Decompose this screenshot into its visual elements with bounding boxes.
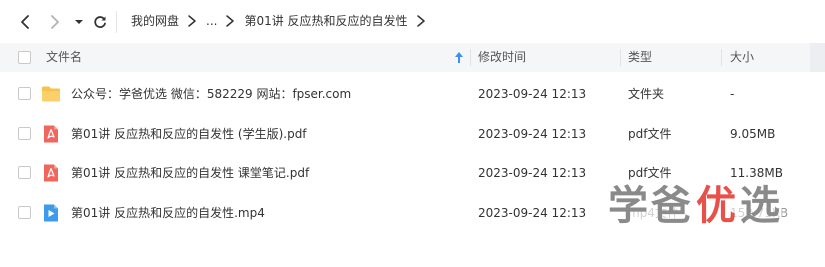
sort-ascending-icon[interactable] (454, 51, 464, 64)
file-modified: 2023-09-24 12:13 (478, 206, 587, 220)
row-checkbox[interactable] (18, 87, 31, 100)
column-options-button[interactable] (810, 43, 825, 72)
file-row[interactable]: 公众号：学爸优选 微信：582229 网站：fpser.com 2023-09-… (0, 74, 825, 114)
file-type: pdf文件 (628, 127, 672, 141)
pdf-icon (44, 164, 58, 182)
file-type: 文件夹 (628, 87, 665, 101)
file-name[interactable]: 公众号：学爸优选 微信：582229 网站：fpser.com (71, 74, 351, 114)
folder-icon (42, 86, 60, 102)
column-header-modified[interactable]: 修改时间 (478, 43, 526, 72)
row-checkbox[interactable] (18, 127, 31, 140)
toolbar: 我的网盘 ... 第01讲 反应热和反应的自发性 (0, 0, 825, 42)
file-list-header: 文件名 修改时间 类型 大小 (0, 43, 825, 72)
breadcrumb-chevron-icon[interactable] (416, 15, 426, 27)
file-name[interactable]: 第01讲 反应热和反应的自发性.mp4 (71, 193, 265, 233)
watermark-char: 学 (608, 183, 648, 229)
chevron-left-icon (21, 15, 29, 29)
file-row[interactable]: 第01讲 反应热和反应的自发性 (学生版).pdf 2023-09-24 12:… (0, 114, 825, 154)
refresh-button[interactable] (89, 11, 111, 33)
file-size: - (730, 87, 735, 101)
column-header-size[interactable]: 大小 (730, 43, 754, 72)
breadcrumb: 我的网盘 ... 第01讲 反应热和反应的自发性 (131, 0, 435, 42)
watermark-logo: 学 爸 优 选 (608, 180, 783, 236)
column-divider[interactable] (721, 49, 722, 66)
file-modified: 2023-09-24 12:13 (478, 87, 587, 101)
watermark-char: 选 (740, 183, 780, 229)
video-icon (44, 204, 58, 222)
breadcrumb-current[interactable]: 第01讲 反应热和反应的自发性 (244, 0, 407, 42)
pdf-icon (44, 125, 58, 143)
breadcrumb-root[interactable]: 我的网盘 (131, 0, 179, 42)
row-checkbox[interactable] (18, 206, 31, 219)
toolbar-separator (116, 11, 117, 33)
breadcrumb-chevron-icon (226, 15, 235, 27)
column-header-name[interactable]: 文件名 (46, 43, 82, 72)
row-checkbox[interactable] (18, 166, 31, 179)
watermark-char: 爸 (651, 183, 691, 229)
refresh-icon (94, 16, 106, 28)
chevron-right-icon (51, 15, 59, 29)
file-name[interactable]: 第01讲 反应热和反应的自发性 (学生版).pdf (71, 114, 307, 154)
column-header-type[interactable]: 类型 (628, 43, 652, 72)
column-divider[interactable] (470, 49, 471, 66)
forward-button[interactable] (44, 11, 66, 33)
file-size: 9.05MB (730, 127, 776, 141)
caret-down-icon (75, 20, 83, 24)
breadcrumb-ellipsis[interactable]: ... (206, 0, 217, 42)
history-dropdown-button[interactable] (68, 11, 90, 33)
watermark-char: 优 (696, 183, 736, 229)
select-all-checkbox[interactable] (18, 51, 31, 64)
file-name[interactable]: 第01讲 反应热和反应的自发性 课堂笔记.pdf (71, 153, 309, 193)
breadcrumb-chevron-icon (188, 15, 196, 27)
back-button[interactable] (14, 11, 36, 33)
file-modified: 2023-09-24 12:13 (478, 127, 587, 141)
column-divider[interactable] (620, 49, 621, 66)
file-modified: 2023-09-24 12:13 (478, 166, 587, 180)
